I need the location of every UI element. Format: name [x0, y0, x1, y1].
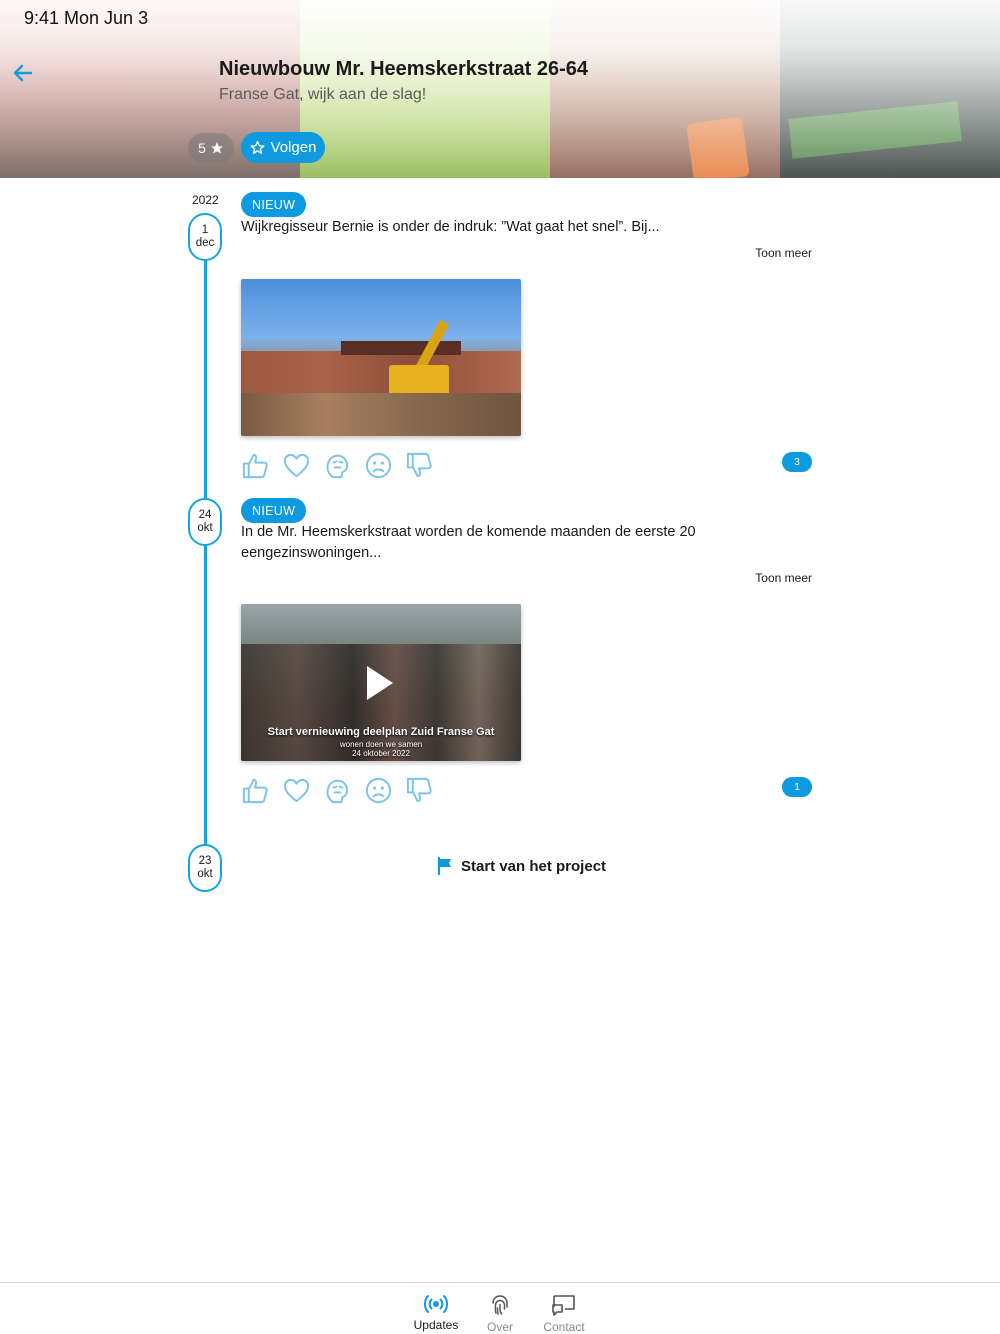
photo-rubble	[241, 393, 521, 436]
star-filled-icon	[211, 142, 223, 154]
photo-roof	[341, 341, 461, 355]
header-banner	[0, 0, 1000, 178]
update-photo[interactable]	[241, 279, 521, 436]
tab-over[interactable]: Over	[465, 1293, 535, 1334]
new-badge: NIEUW	[241, 192, 307, 217]
date-month: okt	[197, 868, 213, 880]
page-title: Nieuwbouw Mr. Heemskerkstraat 26-64	[219, 58, 589, 80]
thumbs-down-icon	[406, 777, 432, 802]
broadcast-icon	[424, 1295, 448, 1313]
show-more-link[interactable]: Toon meer	[755, 246, 812, 260]
update-text: In de Mr. Heemskerkstraat worden de kome…	[241, 524, 696, 561]
date-marker: 1 dec	[188, 213, 222, 261]
bottom-tab-bar: Updates Over Contact	[0, 1282, 1000, 1334]
follower-count-badge: 5	[188, 133, 234, 163]
tab-contact[interactable]: Contact	[529, 1293, 599, 1334]
date-day: 1	[201, 224, 209, 236]
heart-icon	[283, 453, 310, 477]
heart-icon	[283, 778, 310, 802]
status-bar-time: 9:41 Mon Jun 3	[24, 8, 149, 28]
thinking-reaction[interactable]	[323, 451, 352, 480]
arrow-left-icon	[13, 64, 33, 82]
thumbs-up-reaction[interactable]	[241, 451, 270, 480]
play-icon[interactable]	[367, 666, 393, 700]
sad-reaction[interactable]	[364, 451, 393, 480]
thinking-icon	[326, 779, 349, 803]
chat-screen-icon	[552, 1295, 575, 1316]
heart-reaction[interactable]	[282, 776, 311, 805]
star-outline-icon	[250, 140, 264, 154]
sad-reaction[interactable]	[364, 776, 393, 805]
sad-face-icon	[365, 777, 392, 803]
sad-face-icon	[365, 452, 392, 478]
reaction-bar	[241, 775, 434, 805]
video-caption: Start vernieuwing deelplan Zuid Franse G…	[267, 726, 495, 738]
thinking-reaction[interactable]	[323, 776, 352, 805]
photo-houses	[241, 351, 521, 393]
video-date: 24 oktober 2022	[352, 749, 410, 758]
thumbs-down-icon	[406, 452, 432, 477]
follow-button-label: Volgen	[270, 139, 317, 156]
tab-label: Contact	[543, 1320, 585, 1334]
back-button[interactable]	[8, 58, 38, 88]
date-day: 24	[198, 509, 212, 521]
thumbs-down-reaction[interactable]	[405, 451, 434, 480]
thumbs-up-reaction[interactable]	[241, 776, 270, 805]
thumbs-up-icon	[242, 453, 268, 478]
update-text: Wijkregisseur Bernie is onder de indruk:…	[241, 219, 660, 235]
date-day: 23	[198, 855, 212, 867]
date-month: okt	[197, 522, 213, 534]
reaction-count-badge[interactable]: 3	[782, 452, 812, 472]
project-start-marker: Start van het project	[437, 857, 606, 875]
video-subcaption: wonen doen we samen	[339, 740, 423, 749]
timeline-line	[204, 240, 207, 870]
tab-updates[interactable]: Updates	[401, 1293, 471, 1332]
thumbs-up-icon	[242, 778, 268, 803]
update-video[interactable]: Start vernieuwing deelplan Zuid Franse G…	[241, 604, 521, 761]
reaction-count-badge[interactable]: 1	[782, 777, 812, 797]
follow-button[interactable]: Volgen	[241, 132, 325, 163]
reaction-bar	[241, 450, 434, 480]
tab-label: Over	[486, 1320, 513, 1334]
show-more-link[interactable]: Toon meer	[755, 571, 812, 585]
flag-icon	[437, 857, 451, 875]
fingerprint-icon	[492, 1295, 508, 1315]
thumbs-down-reaction[interactable]	[405, 776, 434, 805]
new-badge: NIEUW	[241, 498, 307, 523]
project-start-label: Start van het project	[461, 857, 607, 875]
timeline-year: 2022	[192, 193, 219, 207]
date-marker: 23 okt	[188, 844, 222, 892]
heart-reaction[interactable]	[282, 451, 311, 480]
date-marker: 24 okt	[188, 498, 222, 546]
date-month: dec	[195, 237, 215, 249]
thinking-icon	[326, 454, 349, 478]
page-subtitle: Franse Gat, wijk aan de slag!	[219, 86, 427, 103]
follower-count-value: 5	[198, 140, 206, 156]
tab-label: Updates	[413, 1318, 459, 1332]
banner-fade-overlay	[0, 0, 1000, 178]
